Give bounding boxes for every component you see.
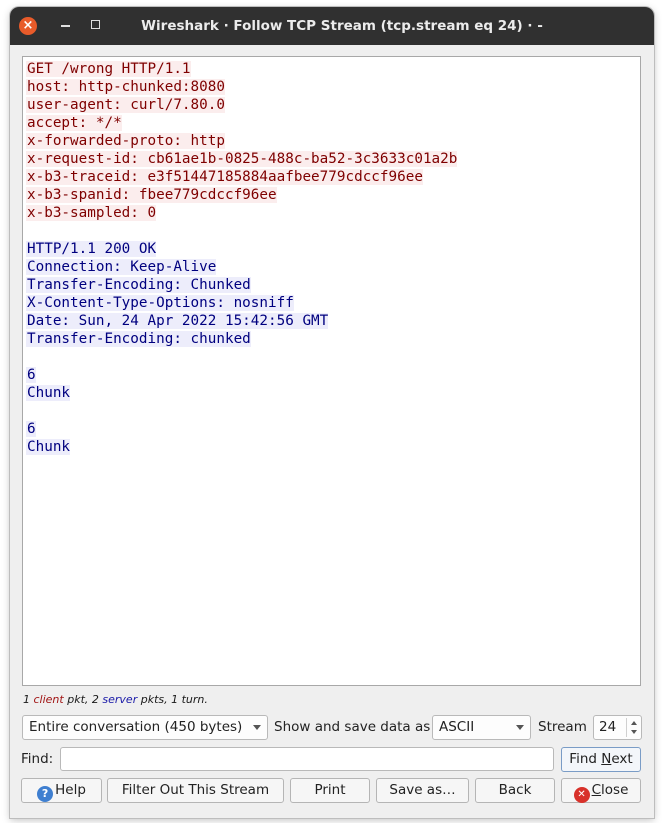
stream-summary: 1 client pkt, 2 server pkts, 1 turn. — [23, 693, 208, 706]
server-line: HTTP/1.1 200 OK — [26, 241, 157, 257]
spin-down-icon[interactable] — [631, 730, 637, 734]
spin-up-icon[interactable] — [631, 721, 637, 725]
client-line: accept: */* — [26, 115, 122, 131]
window-minimize-icon[interactable] — [61, 25, 70, 27]
find-next-button[interactable]: Find Next — [561, 747, 641, 772]
help-icon: ? — [37, 786, 54, 802]
stream-label: Stream — [538, 719, 587, 735]
window-close-icon[interactable]: × — [19, 17, 37, 35]
chevron-down-icon — [253, 725, 261, 730]
chevron-down-icon — [516, 725, 524, 730]
client-line: x-b3-spanid: fbee779cdccf96ee — [26, 187, 277, 203]
client-line: x-request-id: cb61ae1b-0825-488c-ba52-3c… — [26, 151, 458, 167]
client-line: GET /wrong HTTP/1.1 — [26, 61, 191, 77]
find-input[interactable] — [60, 747, 554, 771]
format-select[interactable]: ASCII — [432, 715, 531, 740]
conversation-select[interactable]: Entire conversation (450 bytes) — [22, 715, 268, 740]
filter-out-stream-button[interactable]: Filter Out This Stream — [107, 778, 284, 803]
stream-number-spinbox[interactable]: 24 — [593, 715, 642, 740]
client-line: user-agent: curl/7.80.0 — [26, 97, 225, 113]
print-button[interactable]: Print — [290, 778, 370, 803]
save-as-button[interactable]: Save as… — [376, 778, 469, 803]
chunk-size-line: 6 — [26, 421, 36, 437]
follow-tcp-stream-window: × Wireshark · Follow TCP Stream (tcp.str… — [10, 7, 654, 818]
client-data-block: GET /wrong HTTP/1.1 host: http-chunked:80… — [26, 60, 637, 222]
chunk-body-line: Chunk — [26, 385, 71, 401]
server-line: Transfer-Encoding: chunked — [26, 331, 251, 347]
server-line: Date: Sun, 24 Apr 2022 15:42:56 GMT — [26, 313, 329, 329]
chunk-size-line: 6 — [26, 367, 36, 383]
chunk-body-line: Chunk — [26, 439, 71, 455]
title-bar: × Wireshark · Follow TCP Stream (tcp.str… — [10, 7, 654, 45]
close-icon: ✕ — [573, 787, 590, 803]
window-maximize-icon[interactable] — [91, 20, 100, 29]
window-title: Wireshark · Follow TCP Stream (tcp.strea… — [141, 18, 543, 34]
find-label: Find: — [21, 751, 54, 767]
close-button[interactable]: ✕ Close — [561, 778, 641, 803]
server-data-block: HTTP/1.1 200 OK Connection: Keep-Alive Tra… — [26, 240, 637, 456]
client-line: x-forwarded-proto: http — [26, 133, 225, 149]
server-line: Connection: Keep-Alive — [26, 259, 217, 275]
client-line: host: http-chunked:8080 — [26, 79, 225, 95]
stream-content[interactable]: GET /wrong HTTP/1.1 host: http-chunked:80… — [22, 56, 641, 686]
server-line: X-Content-Type-Options: nosniff — [26, 295, 294, 311]
client-line: x-b3-traceid: e3f51447185884aafbee779cdc… — [26, 169, 423, 185]
back-button[interactable]: Back — [475, 778, 555, 803]
help-button[interactable]: ? Help — [21, 778, 102, 803]
show-save-label: Show and save data as — [274, 719, 431, 735]
client-line: x-b3-sampled: 0 — [26, 205, 157, 221]
server-line: Transfer-Encoding: Chunked — [26, 277, 251, 293]
